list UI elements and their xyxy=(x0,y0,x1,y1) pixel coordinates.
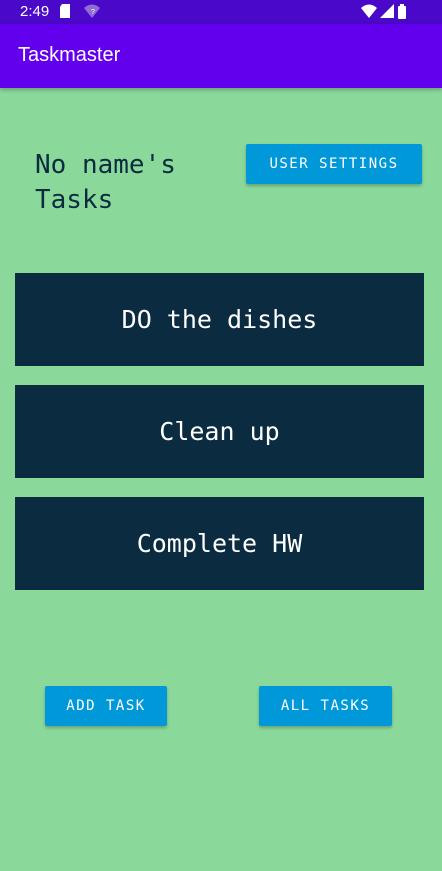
wifi-question-icon: ? xyxy=(84,4,100,23)
all-tasks-button[interactable]: ALL TASKS xyxy=(259,686,392,726)
task-button[interactable]: Clean up xyxy=(15,385,424,478)
wifi-icon xyxy=(361,4,377,23)
task-button[interactable]: DO the dishes xyxy=(15,273,424,366)
add-task-button[interactable]: ADD TASK xyxy=(45,686,167,726)
battery-icon xyxy=(398,4,406,24)
svg-text:?: ? xyxy=(91,9,95,16)
app-title: Taskmaster xyxy=(18,44,121,66)
status-bar: 2:49 ? xyxy=(0,0,442,24)
status-time: 2:49 xyxy=(20,3,50,20)
user-settings-button[interactable]: USER SETTINGS xyxy=(246,144,422,184)
signal-icon xyxy=(380,4,394,23)
sd-card-icon xyxy=(59,4,71,23)
task-button[interactable]: Complete HW xyxy=(15,497,424,590)
page-title: No name's Tasks xyxy=(35,150,176,215)
app-bar: Taskmaster xyxy=(0,24,442,88)
